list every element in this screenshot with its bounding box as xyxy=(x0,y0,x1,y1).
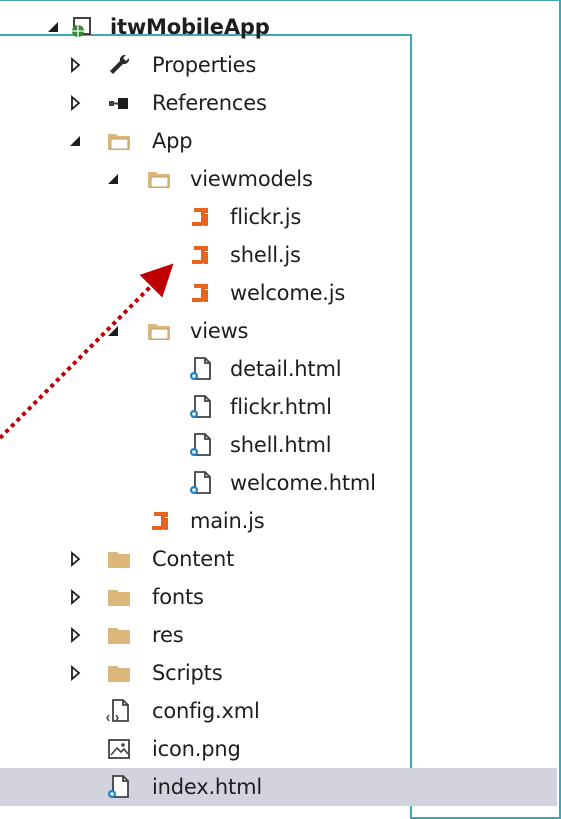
tree-item-itwmobileapp[interactable]: itwMobileApp xyxy=(0,8,556,46)
expanded-arrow-icon xyxy=(108,174,118,184)
tree-item-label: welcome.html xyxy=(230,471,376,495)
folder-closed-icon xyxy=(106,660,132,686)
tree-item-label: viewmodels xyxy=(190,167,313,191)
tree-item-icon-png[interactable]: icon.png xyxy=(0,730,556,768)
frame-border-top xyxy=(0,0,561,1)
folder-closed-icon xyxy=(106,622,132,648)
folder-open-icon xyxy=(146,166,172,192)
html-file-icon xyxy=(188,470,214,496)
expand-arrow-icon[interactable] xyxy=(68,57,84,73)
tree-item-label: res xyxy=(152,623,184,647)
tree-item-label: welcome.js xyxy=(230,281,346,305)
tree-item-index-html[interactable]: index.html xyxy=(0,768,557,806)
tree-item-label: Scripts xyxy=(152,661,223,685)
expanded-arrow-icon xyxy=(48,22,58,32)
tree-item-detail-html[interactable]: detail.html xyxy=(0,350,556,388)
tree-item-welcome-html[interactable]: welcome.html xyxy=(0,464,556,502)
js-file-icon xyxy=(188,242,214,268)
folder-open-icon xyxy=(106,128,132,154)
tree-item-label: icon.png xyxy=(152,737,241,761)
collapse-arrow-icon[interactable] xyxy=(46,19,62,35)
xml-file-icon xyxy=(106,698,132,724)
tree-item-label: itwMobileApp xyxy=(110,15,270,39)
expanded-arrow-icon xyxy=(70,136,80,146)
tree-item-label: fonts xyxy=(152,585,204,609)
tree-item-viewmodels[interactable]: viewmodels xyxy=(0,160,556,198)
tree-item-config-xml[interactable]: config.xml xyxy=(0,692,556,730)
tree-item-properties[interactable]: Properties xyxy=(0,46,556,84)
tree-item-views[interactable]: views xyxy=(0,312,556,350)
tree-item-label: config.xml xyxy=(152,699,260,723)
tree-item-shell-js[interactable]: shell.js xyxy=(0,236,556,274)
tree-item-label: flickr.js xyxy=(230,205,302,229)
tree-item-res[interactable]: res xyxy=(0,616,556,654)
references-icon xyxy=(106,90,132,116)
tree-item-label: detail.html xyxy=(230,357,342,381)
expand-arrow-icon[interactable] xyxy=(68,665,84,681)
tree-item-label: main.js xyxy=(190,509,265,533)
tree-item-label: index.html xyxy=(152,775,262,799)
collapse-arrow-icon[interactable] xyxy=(68,133,84,149)
tree-item-label: shell.html xyxy=(230,433,332,457)
js-file-icon xyxy=(188,280,214,306)
tree-item-fonts[interactable]: fonts xyxy=(0,578,556,616)
expanded-arrow-icon xyxy=(108,326,118,336)
tree-item-shell-html[interactable]: shell.html xyxy=(0,426,556,464)
expand-arrow-icon[interactable] xyxy=(68,627,84,643)
tree-item-label: flickr.html xyxy=(230,395,332,419)
web-project-icon xyxy=(68,14,94,40)
tree-item-label: views xyxy=(190,319,249,343)
expand-arrow-icon[interactable] xyxy=(68,551,84,567)
js-file-icon xyxy=(188,204,214,230)
tree-item-app[interactable]: App xyxy=(0,122,556,160)
tree-item-label: Content xyxy=(152,547,235,571)
image-file-icon xyxy=(106,736,132,762)
expand-arrow-icon[interactable] xyxy=(68,95,84,111)
collapse-arrow-icon[interactable] xyxy=(106,323,122,339)
tree-item-label: App xyxy=(152,129,193,153)
tree-item-label: Properties xyxy=(152,53,257,77)
html-file-icon xyxy=(188,432,214,458)
tree-item-scripts[interactable]: Scripts xyxy=(0,654,556,692)
tree-item-main-js[interactable]: main.js xyxy=(0,502,556,540)
html-file-icon xyxy=(106,774,132,800)
js-file-icon xyxy=(148,508,174,534)
tree-item-label: shell.js xyxy=(230,243,301,267)
collapse-arrow-icon[interactable] xyxy=(106,171,122,187)
expand-arrow-icon[interactable] xyxy=(68,589,84,605)
html-file-icon xyxy=(188,394,214,420)
solution-explorer-tree: itwMobileApp Properties References App viewm… xyxy=(0,0,561,819)
folder-closed-icon xyxy=(106,584,132,610)
tree-item-flickr-js[interactable]: flickr.js xyxy=(0,198,556,236)
folder-open-icon xyxy=(146,318,172,344)
html-file-icon xyxy=(188,356,214,382)
tree-item-welcome-js[interactable]: welcome.js xyxy=(0,274,556,312)
tree-item-label: References xyxy=(152,91,267,115)
folder-closed-icon xyxy=(106,546,132,572)
wrench-icon xyxy=(106,52,132,78)
tree-item-flickr-html[interactable]: flickr.html xyxy=(0,388,556,426)
tree-item-references[interactable]: References xyxy=(0,84,556,122)
tree-item-content[interactable]: Content xyxy=(0,540,556,578)
